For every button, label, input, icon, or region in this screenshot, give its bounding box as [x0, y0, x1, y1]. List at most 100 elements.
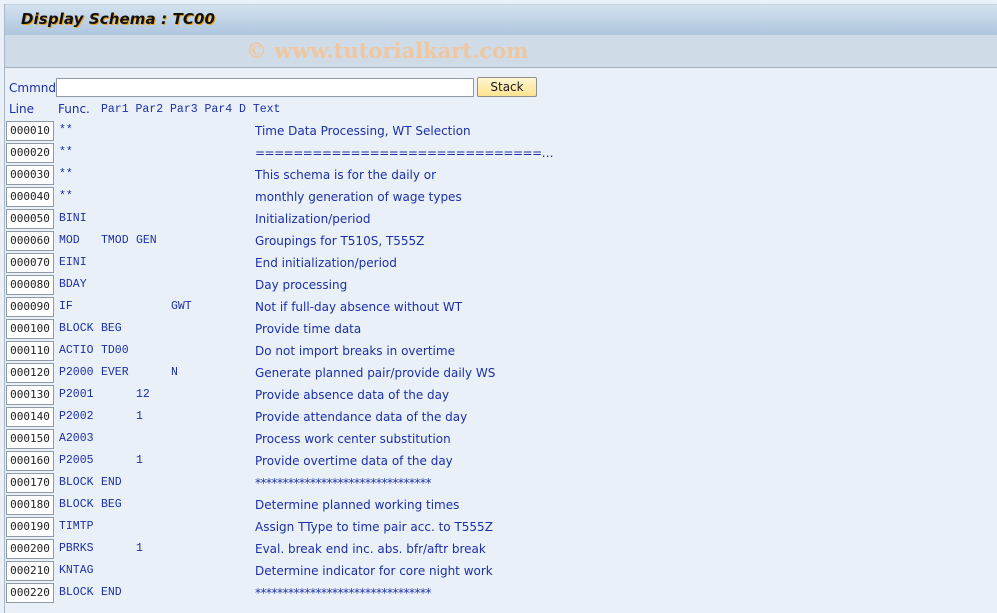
- cell-func: A2003: [59, 432, 94, 445]
- line-number-field[interactable]: 000020: [6, 143, 54, 163]
- table-row: 000190 TIMTP Assign TType to time pair acc…: [0, 516, 997, 538]
- cell-par1: BEG: [101, 498, 122, 511]
- page-title: Display Schema : TC00: [21, 10, 216, 28]
- line-number-field[interactable]: 000070: [6, 253, 54, 273]
- line-number-field[interactable]: 000120: [6, 363, 54, 383]
- cell-text: Eval. break end inc. abs. bfr/aftr break: [255, 542, 486, 556]
- cell-text: Determine indicator for core night work: [255, 564, 493, 578]
- cell-text: Determine planned working times: [255, 498, 460, 512]
- table-row: 000130 P2001 12 Provide absence data of the…: [0, 384, 997, 406]
- line-number-field[interactable]: 000150: [6, 429, 54, 449]
- column-header-params: Par1 Par2 Par3 Par4 D Text: [101, 103, 281, 116]
- cell-par2: 12: [136, 388, 150, 401]
- cell-func: **: [59, 190, 73, 203]
- cell-text: Initialization/period: [255, 212, 371, 226]
- cell-par1: TD00: [101, 344, 129, 357]
- line-number-field[interactable]: 000050: [6, 209, 54, 229]
- table-row: 000160 P2005 1 Provide overtime data of the…: [0, 450, 997, 472]
- cell-par3: GWT: [171, 300, 192, 313]
- table-row: 000110 ACTIO TD00 Do not import breaks in o…: [0, 340, 997, 362]
- line-number-field[interactable]: 000030: [6, 165, 54, 185]
- cell-func: TIMTP: [59, 520, 94, 533]
- cell-func: P2000: [59, 366, 94, 379]
- cell-func: BINI: [59, 212, 87, 225]
- table-row: 000170 BLOCK END **************************…: [0, 472, 997, 494]
- cell-func: BLOCK: [59, 586, 94, 599]
- cell-text: ********************************: [255, 476, 432, 490]
- line-number-field[interactable]: 000220: [6, 583, 54, 603]
- cell-func: P2005: [59, 454, 94, 467]
- line-number-field[interactable]: 000170: [6, 473, 54, 493]
- cell-text: ********************************: [255, 586, 432, 600]
- line-number-field[interactable]: 000080: [6, 275, 54, 295]
- cell-func: P2001: [59, 388, 94, 401]
- cell-par2: 1: [136, 454, 143, 467]
- column-header-line: Line: [9, 102, 35, 116]
- cell-func: BLOCK: [59, 322, 94, 335]
- cell-func: BLOCK: [59, 476, 94, 489]
- cell-func: KNTAG: [59, 564, 94, 577]
- table-row: 000090 IF GWT Not if full-day absence witho…: [0, 296, 997, 318]
- line-number-field[interactable]: 000040: [6, 187, 54, 207]
- cell-text: End initialization/period: [255, 256, 397, 270]
- title-bar: Display Schema : TC00: [5, 4, 997, 36]
- line-number-field[interactable]: 000060: [6, 231, 54, 251]
- line-number-field[interactable]: 000100: [6, 319, 54, 339]
- table-row: 000050 BINI Initialization/period: [0, 208, 997, 230]
- cell-par1: BEG: [101, 322, 122, 335]
- cell-func: EINI: [59, 256, 87, 269]
- line-number-field[interactable]: 000200: [6, 539, 54, 559]
- cell-func: P2002: [59, 410, 94, 423]
- table-row: 000220 BLOCK END **************************…: [0, 582, 997, 604]
- cell-text: This schema is for the daily or: [255, 168, 437, 182]
- table-row: 000100 BLOCK BEG Provide time data: [0, 318, 997, 340]
- table-row: 000070 EINI End initialization/period: [0, 252, 997, 274]
- watermark: © www.tutorialkart.com: [246, 38, 529, 63]
- line-number-field[interactable]: 000190: [6, 517, 54, 537]
- line-number-field[interactable]: 000210: [6, 561, 54, 581]
- cell-par2: 1: [136, 410, 143, 423]
- table-row: 000200 PBRKS 1 Eval. break end inc. abs. bf…: [0, 538, 997, 560]
- column-header-func: Func.: [58, 102, 90, 116]
- cell-func: BDAY: [59, 278, 87, 291]
- table-row: 000020 ** ==============================…: [0, 142, 997, 164]
- command-input[interactable]: [56, 78, 474, 97]
- cell-text: Process work center substitution: [255, 432, 451, 446]
- cell-func: BLOCK: [59, 498, 94, 511]
- cell-text: monthly generation of wage types: [255, 190, 462, 204]
- table-row: 000210 KNTAG Determine indicator for core …: [0, 560, 997, 582]
- cell-text: Provide attendance data of the day: [255, 410, 468, 424]
- cell-par3: N: [171, 366, 178, 379]
- cell-func: ACTIO: [59, 344, 94, 357]
- table-row: 000080 BDAY Day processing: [0, 274, 997, 296]
- cell-text: Do not import breaks in overtime: [255, 344, 455, 358]
- table-row: 000030 ** This schema is for the daily or: [0, 164, 997, 186]
- command-label: Cmmnd: [9, 81, 56, 95]
- cell-text: Not if full-day absence without WT: [255, 300, 463, 314]
- line-number-field[interactable]: 000160: [6, 451, 54, 471]
- line-number-field[interactable]: 000130: [6, 385, 54, 405]
- cell-par1: END: [101, 476, 122, 489]
- cell-text: Provide time data: [255, 322, 362, 336]
- cell-text: Provide absence data of the day: [255, 388, 450, 402]
- cell-text: Time Data Processing, WT Selection: [255, 124, 471, 138]
- table-row: 000150 A2003 Process work center substitut…: [0, 428, 997, 450]
- cell-text: ==============================…: [255, 146, 554, 160]
- line-number-field[interactable]: 000180: [6, 495, 54, 515]
- cell-func: IF: [59, 300, 73, 313]
- stack-button[interactable]: Stack: [477, 77, 537, 97]
- cell-par1: TMOD: [101, 234, 129, 247]
- table-row: 000060 MOD TMOD GEN Groupings for T510S, T55…: [0, 230, 997, 252]
- line-number-field[interactable]: 000010: [6, 121, 54, 141]
- cell-par1: EVER: [101, 366, 129, 379]
- cell-text: Day processing: [255, 278, 348, 292]
- line-number-field[interactable]: 000140: [6, 407, 54, 427]
- line-number-field[interactable]: 000090: [6, 297, 54, 317]
- cell-func: **: [59, 124, 73, 137]
- line-number-field[interactable]: 000110: [6, 341, 54, 361]
- cell-func: **: [59, 146, 73, 159]
- table-row: 000140 P2002 1 Provide attendance data of t…: [0, 406, 997, 428]
- cell-text: Assign TType to time pair acc. to T555Z: [255, 520, 493, 534]
- cell-text: Generate planned pair/provide daily WS: [255, 366, 496, 380]
- table-row: 000010 ** Time Data Processing, WT Selecti…: [0, 120, 997, 142]
